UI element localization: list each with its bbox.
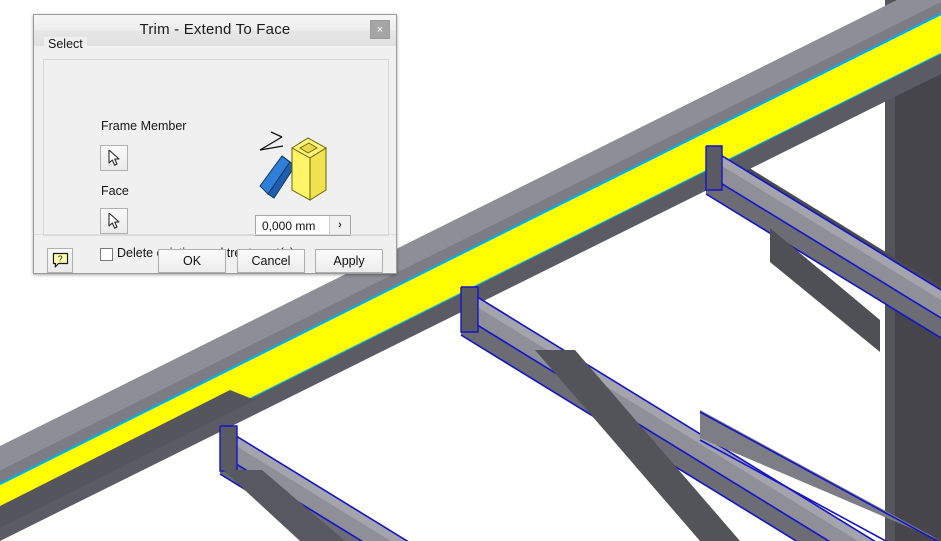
select-groupbox bbox=[43, 59, 389, 236]
help-balloon-icon: ? bbox=[52, 252, 69, 268]
pick-face-button[interactable] bbox=[100, 208, 128, 234]
chevron-right-icon[interactable]: › bbox=[329, 216, 350, 235]
cursor-arrow-icon bbox=[108, 213, 120, 229]
face-label: Face bbox=[101, 184, 129, 198]
select-groupbox-legend: Select bbox=[44, 37, 87, 51]
help-button[interactable]: ? bbox=[47, 248, 73, 273]
offset-value-text[interactable]: 0,000 mm bbox=[262, 219, 315, 233]
trim-extend-to-face-dialog: Trim - Extend To Face × Select Frame Mem… bbox=[33, 14, 397, 274]
application-screen: Trim - Extend To Face × Select Frame Mem… bbox=[0, 0, 941, 541]
ok-button[interactable]: OK bbox=[158, 249, 226, 273]
offset-value-field[interactable]: 0,000 mm › bbox=[255, 215, 351, 236]
svg-text:?: ? bbox=[58, 253, 63, 263]
frame-member-label: Frame Member bbox=[101, 119, 187, 133]
pick-frame-member-button[interactable] bbox=[100, 145, 128, 171]
beam-to-face-preview-icon bbox=[256, 124, 336, 204]
dialog-titlebar[interactable]: Trim - Extend To Face × bbox=[34, 15, 396, 47]
cancel-button[interactable]: Cancel bbox=[237, 249, 305, 273]
footer-divider bbox=[34, 234, 396, 235]
checkbox-box[interactable] bbox=[100, 248, 113, 261]
close-icon[interactable]: × bbox=[370, 20, 390, 39]
dialog-body: Select Frame Member Face 0,000 mm › Dele… bbox=[34, 37, 396, 273]
dialog-title: Trim - Extend To Face bbox=[139, 21, 291, 38]
apply-button[interactable]: Apply bbox=[315, 249, 383, 273]
cursor-arrow-icon bbox=[108, 150, 120, 166]
